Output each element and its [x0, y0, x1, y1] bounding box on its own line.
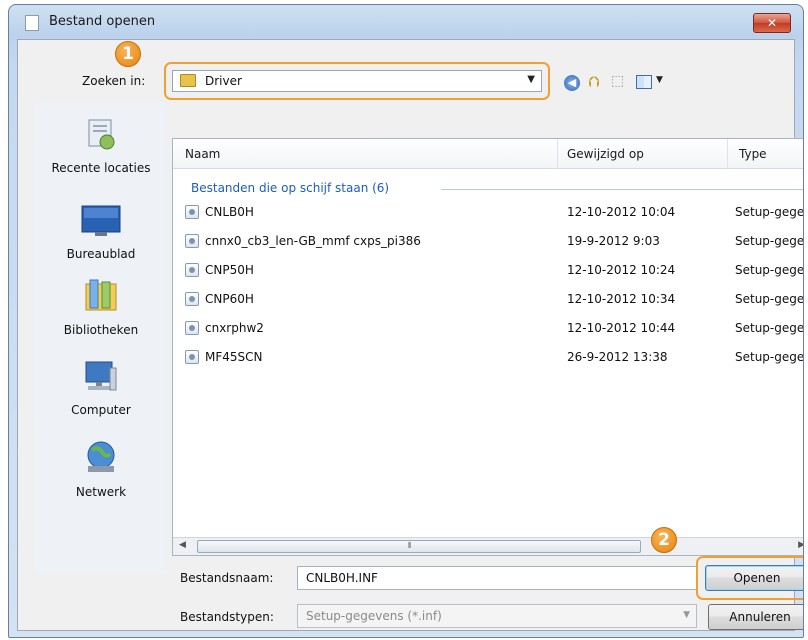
group-header[interactable]: Bestanden die op schijf staan (6)	[191, 181, 389, 195]
close-button[interactable]: ✕	[753, 13, 791, 33]
filetype-select[interactable]: Setup-gegevens (*.inf) ▼	[297, 604, 697, 628]
place-label: Bureaublad	[66, 247, 136, 261]
place-recente-locaties[interactable]: Recente locaties	[35, 116, 167, 175]
file-name: cnxrphw2	[205, 321, 264, 335]
file-type: Setup-gegevens	[735, 350, 804, 364]
lookin-value: Driver	[205, 74, 242, 88]
file-date: 12-10-2012 10:04	[567, 205, 676, 219]
computer-icon	[35, 358, 167, 397]
list-header: Naam Gewijzigd op Type	[173, 139, 803, 169]
open-file-dialog: Bestand openen ✕ Zoeken in: Driver ▼ ◀ ⮉…	[8, 4, 804, 638]
file-type: Setup-gegevens	[735, 263, 804, 277]
column-divider[interactable]	[557, 139, 558, 169]
column-divider[interactable]	[727, 139, 728, 169]
chevron-down-icon[interactable]: ▼	[527, 74, 535, 85]
place-label: Bibliotheken	[63, 323, 139, 337]
lookin-dropdown[interactable]: Driver ▼	[172, 70, 542, 92]
group-divider	[441, 189, 803, 190]
lookin-label: Zoeken in:	[82, 74, 146, 88]
place-bureaublad[interactable]: Bureaublad	[35, 204, 167, 261]
file-row[interactable]: cnnx0_cb3_len-GB_mmf cxps_pi386 19-9-2012…	[173, 230, 804, 254]
file-date: 26-9-2012 13:38	[567, 350, 668, 364]
column-header-date[interactable]: Gewijzigd op	[567, 147, 644, 161]
new-folder-icon[interactable]: ⬚	[611, 73, 624, 89]
open-highlight: Openen	[696, 556, 803, 600]
column-header-name[interactable]: Naam	[185, 147, 220, 161]
place-label: Netwerk	[75, 485, 127, 499]
setup-file-icon	[185, 321, 199, 335]
scrollbar-thumb[interactable]: ⦀	[197, 540, 641, 553]
file-type: Setup-gegevens	[735, 292, 804, 306]
scroll-left-icon[interactable]: ◀	[179, 540, 186, 550]
place-label: Computer	[71, 403, 131, 417]
filename-input[interactable]: CNLB0H.INF	[297, 566, 697, 590]
horizontal-scrollbar[interactable]: ◀ ⦀ ▶	[173, 537, 803, 555]
folder-icon	[180, 74, 196, 87]
filename-label: Bestandsnaam:	[180, 571, 274, 585]
place-computer[interactable]: Computer	[35, 358, 167, 417]
file-date: 12-10-2012 10:44	[567, 321, 676, 335]
setup-file-icon	[185, 263, 199, 277]
file-row[interactable]: CNLB0H 12-10-2012 10:04 Setup-gegevens	[173, 201, 804, 225]
file-row[interactable]: CNP50H 12-10-2012 10:24 Setup-gegevens	[173, 259, 804, 283]
chevron-down-icon[interactable]: ▼	[683, 610, 690, 620]
window-title: Bestand openen	[49, 14, 156, 29]
file-type: Setup-gegevens	[735, 234, 804, 248]
setup-file-icon	[185, 234, 199, 248]
open-button[interactable]: Openen	[705, 565, 803, 591]
filetype-label: Bestandstypen:	[180, 610, 274, 624]
scroll-right-icon[interactable]: ▶	[798, 540, 803, 550]
filetype-value: Setup-gegevens (*.inf)	[306, 609, 442, 623]
file-list: Naam Gewijzigd op Type Bestanden die op …	[172, 138, 804, 556]
file-name: MF45SCN	[205, 350, 263, 364]
document-icon	[25, 15, 39, 31]
callout-1-badge: 1	[115, 41, 141, 67]
lookin-highlight: Driver ▼	[164, 62, 550, 100]
cancel-button[interactable]: Annuleren	[708, 604, 803, 630]
file-type: Setup-gegevens	[735, 205, 804, 219]
desktop-icon	[35, 204, 167, 241]
file-name: CNP50H	[205, 263, 254, 277]
recent-places-icon	[35, 116, 167, 155]
column-header-type[interactable]: Type	[739, 147, 767, 161]
setup-file-icon	[185, 350, 199, 364]
views-chevron-down-icon[interactable]: ▼	[656, 75, 663, 85]
setup-file-icon	[185, 292, 199, 306]
file-row[interactable]: CNP60H 12-10-2012 10:34 Setup-gegevens	[173, 288, 804, 312]
callout-2-badge: 2	[651, 527, 677, 553]
place-label: Recente locaties	[51, 161, 151, 175]
grip-icon: ⦀	[408, 541, 412, 550]
file-name: CNLB0H	[205, 205, 254, 219]
file-date: 19-9-2012 9:03	[567, 234, 660, 248]
file-name: cnnx0_cb3_len-GB_mmf cxps_pi386	[205, 234, 421, 248]
up-folder-icon[interactable]: ⮉	[588, 73, 599, 91]
file-name: CNP60H	[205, 292, 254, 306]
title-bar: Bestand openen ✕	[9, 5, 803, 39]
setup-file-icon	[185, 205, 199, 219]
file-type: Setup-gegevens	[735, 321, 804, 335]
dialog-body: Zoeken in: Driver ▼ ◀ ⮉ ⬚ ▼ Recente loca…	[17, 39, 803, 631]
file-row[interactable]: cnxrphw2 12-10-2012 10:44 Setup-gegevens	[173, 317, 804, 341]
places-bar: Recente locaties Bureaublad Bibliotheken Co…	[35, 102, 167, 574]
file-row[interactable]: MF45SCN 26-9-2012 13:38 Setup-gegevens	[173, 346, 804, 370]
place-netwerk[interactable]: Netwerk	[35, 438, 167, 499]
back-arrow-icon[interactable]: ◀	[564, 75, 580, 91]
network-icon	[35, 438, 167, 479]
file-date: 12-10-2012 10:24	[567, 263, 676, 277]
libraries-icon	[35, 278, 167, 317]
views-menu-icon[interactable]	[636, 75, 652, 89]
file-date: 12-10-2012 10:34	[567, 292, 676, 306]
place-bibliotheken[interactable]: Bibliotheken	[35, 278, 167, 337]
